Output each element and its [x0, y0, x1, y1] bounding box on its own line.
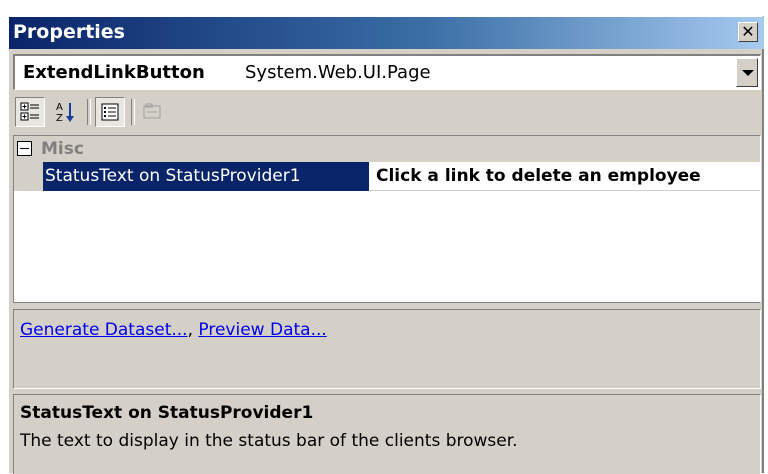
close-button[interactable]: ✕	[738, 22, 758, 42]
property-pages-icon	[143, 103, 161, 119]
alphabetical-button[interactable]: A Z	[51, 97, 81, 127]
title-bar: Properties ✕	[9, 17, 764, 49]
toolbar-separator	[87, 99, 91, 125]
generate-dataset-link[interactable]: Generate Dataset...	[20, 320, 188, 340]
object-name: ExtendLinkButton	[23, 62, 205, 83]
property-grid: Misc StatusText on StatusProvider1 Click…	[13, 135, 761, 303]
category-label: Misc	[41, 139, 84, 159]
property-name[interactable]: StatusText on StatusProvider1	[43, 162, 369, 191]
description-title: StatusText on StatusProvider1	[20, 403, 314, 423]
window-title: Properties	[13, 21, 125, 43]
commands-pane: Generate Dataset..., Preview Data...	[13, 309, 761, 389]
svg-text:Z: Z	[56, 113, 63, 124]
svg-text:A: A	[56, 102, 63, 113]
description-pane: StatusText on StatusProvider1 The text t…	[13, 394, 761, 474]
row-margin	[14, 162, 43, 191]
collapse-icon[interactable]	[17, 141, 32, 156]
property-pages-button	[137, 97, 167, 127]
toolbar-separator	[131, 99, 135, 125]
command-separator: ,	[187, 320, 199, 340]
dropdown-button[interactable]	[736, 58, 758, 87]
properties-button[interactable]	[95, 97, 125, 127]
preview-data-link[interactable]: Preview Data...	[198, 320, 326, 340]
description-text: The text to display in the status bar of…	[20, 431, 518, 451]
object-type: System.Web.UI.Page	[245, 62, 431, 83]
categorized-icon	[20, 102, 39, 121]
command-links: Generate Dataset..., Preview Data...	[20, 320, 327, 340]
categorized-button[interactable]	[15, 97, 45, 127]
property-row[interactable]: StatusText on StatusProvider1 Click a li…	[14, 162, 760, 191]
close-icon: ✕	[741, 22, 755, 41]
properties-icon	[101, 103, 119, 121]
properties-window: Properties ✕ ExtendLinkButton System.Web…	[8, 16, 764, 474]
property-value[interactable]: Click a link to delete an employee	[370, 162, 760, 191]
object-selector[interactable]: ExtendLinkButton System.Web.UI.Page	[13, 54, 761, 90]
alphabetical-icon: A Z	[56, 102, 74, 124]
category-row[interactable]: Misc	[14, 136, 760, 162]
toolbar: A Z	[13, 93, 761, 131]
